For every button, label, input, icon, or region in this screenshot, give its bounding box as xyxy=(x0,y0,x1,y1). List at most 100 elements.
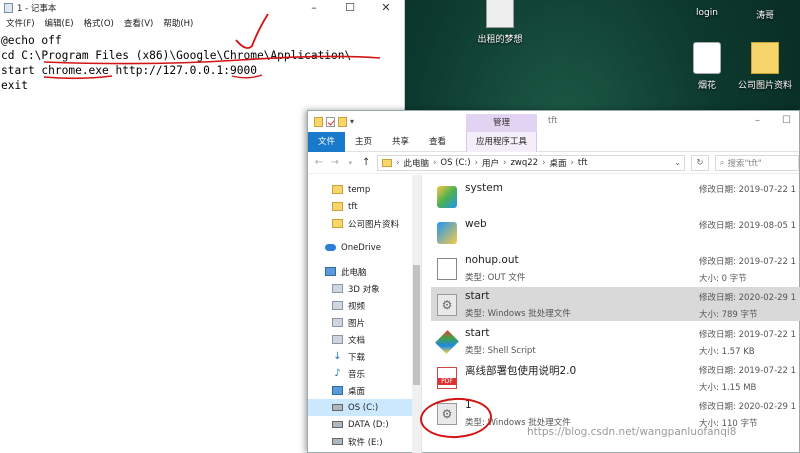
context-group-manage: 管理 xyxy=(466,114,537,132)
up-arrow-icon[interactable]: ↑ xyxy=(361,157,371,168)
file-row-manual-pdf[interactable]: 离线部署包使用说明2.0 修改日期: 2019-07-22 1 大小: 1.15… xyxy=(431,360,800,394)
breadcrumb-users[interactable]: 用户 xyxy=(482,157,499,169)
tree-item-this-pc[interactable]: 此电脑 xyxy=(308,263,413,280)
properties-icon[interactable] xyxy=(326,116,335,127)
file-icon xyxy=(437,258,457,280)
explorer-titlebar[interactable]: ▾ 管理 tft – ☐ xyxy=(308,111,799,132)
navigation-pane: temp tft 公司图片资料 OneDrive 此电脑 3D 对象 视频 图片… xyxy=(308,175,422,453)
folder-icon xyxy=(332,202,343,211)
back-arrow-icon[interactable]: ← xyxy=(314,157,324,168)
tab-share[interactable]: 共享 xyxy=(382,132,419,152)
tree-item-data-d[interactable]: DATA (D:) xyxy=(308,416,413,433)
file-row-start-sh[interactable]: start 类型: Shell Script 修改日期: 2019-07-22 … xyxy=(431,324,800,358)
tree-item-software-e[interactable]: 软件 (E:) xyxy=(308,433,413,450)
notepad-text-area[interactable]: @echo off cd C:\Program Files (x86)\Googl… xyxy=(0,31,404,93)
window-folder-name: tft xyxy=(548,116,558,126)
breadcrumb-os-c[interactable]: OS (C:) xyxy=(440,158,470,168)
watermark-text: https://blog.csdn.net/wangpanluofanqi8 xyxy=(527,426,737,438)
computer-icon xyxy=(325,267,336,276)
maximize-button[interactable]: ☐ xyxy=(332,0,368,15)
new-folder-icon[interactable] xyxy=(338,116,347,127)
file-explorer-window: ▾ 管理 tft – ☐ 文件 主页 共享 查看 应用程序工具 ← → ▾ ↑ … xyxy=(307,110,800,453)
menu-help[interactable]: 帮助(H) xyxy=(163,17,193,29)
menu-file[interactable]: 文件(F) xyxy=(6,17,35,29)
app-icon xyxy=(693,42,721,74)
address-bar[interactable]: › 此电脑 › OS (C:) › 用户 › zwq22 › 桌面 › tft … xyxy=(377,154,686,171)
tree-item-company-pics[interactable]: 公司图片资料 xyxy=(308,215,413,232)
search-icon: ⌕ xyxy=(719,157,725,168)
notepad-menubar: 文件(F) 编辑(E) 格式(O) 查看(V) 帮助(H) xyxy=(0,15,404,31)
git-diamond-icon xyxy=(435,330,459,354)
tab-home[interactable]: 主页 xyxy=(345,132,382,152)
folder-icon xyxy=(314,116,323,127)
menu-edit[interactable]: 编辑(E) xyxy=(45,17,74,29)
chevron-down-icon[interactable]: ⌄ xyxy=(674,158,684,168)
desktop-icon-taoge[interactable]: 涛哥 xyxy=(730,0,800,21)
cube-icon xyxy=(332,284,343,293)
desktop-icon xyxy=(332,386,343,395)
video-icon xyxy=(332,301,343,310)
breadcrumb-tft[interactable]: tft xyxy=(578,158,588,168)
folder-icon xyxy=(332,185,343,194)
chevron-down-icon[interactable]: ▾ xyxy=(346,159,356,167)
tree-item-3d-objects[interactable]: 3D 对象 xyxy=(308,280,413,297)
script-line: start chrome.exe http://127.0.0.1:9000 xyxy=(1,64,257,77)
menu-format[interactable]: 格式(O) xyxy=(84,17,114,29)
tree-item-tft[interactable]: tft xyxy=(308,198,413,215)
script-line: exit xyxy=(1,79,28,92)
tree-item-temp[interactable]: temp xyxy=(308,181,413,198)
tree-item-onedrive[interactable]: OneDrive xyxy=(308,239,413,256)
forward-arrow-icon[interactable]: → xyxy=(330,157,340,168)
nav-scrollbar[interactable] xyxy=(412,175,421,453)
desktop-icon-company-pics[interactable]: 公司图片资料 xyxy=(730,42,800,91)
maximize-button[interactable]: ☐ xyxy=(782,115,791,126)
close-button[interactable]: ✕ xyxy=(368,0,404,15)
music-icon: ♪ xyxy=(334,368,341,379)
tab-view[interactable]: 查看 xyxy=(419,132,456,152)
shortcut-icon xyxy=(693,0,721,4)
download-icon: ↓ xyxy=(333,351,342,362)
file-row-system[interactable]: system 修改日期: 2019-07-22 1 xyxy=(431,179,800,213)
notepad-title: 1 - 记事本 xyxy=(17,3,57,14)
shell-script-icon xyxy=(437,186,457,208)
breadcrumb-this-pc[interactable]: 此电脑 xyxy=(403,157,429,169)
shell-script-icon xyxy=(437,222,457,244)
script-line: @echo off xyxy=(1,34,62,47)
notepad-titlebar[interactable]: 1 - 记事本 – ☐ ✕ xyxy=(0,0,404,15)
file-row-web[interactable]: web 修改日期: 2019-08-05 1 xyxy=(431,215,800,249)
script-line: cd C:\Program Files (x86)\Google\Chrome\… xyxy=(1,49,352,62)
file-row-start-bat[interactable]: start 类型: Windows 批处理文件 修改日期: 2020-02-29… xyxy=(431,287,800,321)
tree-item-music[interactable]: ♪ 音乐 xyxy=(308,365,413,382)
menu-view[interactable]: 查看(V) xyxy=(124,17,153,29)
folder-icon xyxy=(751,42,779,74)
minimize-button[interactable]: – xyxy=(296,0,332,15)
drive-icon xyxy=(332,404,343,411)
tree-item-os-c[interactable]: OS (C:) xyxy=(308,399,413,416)
desktop-icon-dream[interactable]: 出租的梦想 xyxy=(465,0,535,45)
document-icon xyxy=(486,0,514,28)
file-row-nohup[interactable]: nohup.out 类型: OUT 文件 修改日期: 2019-07-22 1 … xyxy=(431,251,800,285)
drive-icon xyxy=(332,438,343,445)
tree-item-videos[interactable]: 视频 xyxy=(308,297,413,314)
batch-file-icon xyxy=(437,294,457,316)
tab-application-tools[interactable]: 应用程序工具 xyxy=(466,131,537,152)
folder-icon xyxy=(332,219,343,228)
tab-file[interactable]: 文件 xyxy=(308,131,346,152)
tree-item-desktop[interactable]: 桌面 xyxy=(308,382,413,399)
picture-icon xyxy=(332,318,343,327)
chevron-down-icon[interactable]: ▾ xyxy=(350,117,354,126)
refresh-icon[interactable]: ↻ xyxy=(691,154,709,171)
folder-icon xyxy=(382,158,393,167)
breadcrumb-desktop[interactable]: 桌面 xyxy=(549,157,566,169)
scrollbar-thumb[interactable] xyxy=(413,265,420,385)
search-input[interactable]: ⌕ 搜索"tft" xyxy=(714,154,799,171)
tree-item-downloads[interactable]: ↓ 下载 xyxy=(308,348,413,365)
minimize-button[interactable]: – xyxy=(755,115,760,126)
tree-item-documents[interactable]: 文档 xyxy=(308,331,413,348)
document-icon xyxy=(332,335,343,344)
drive-icon xyxy=(332,421,343,428)
search-placeholder: 搜索"tft" xyxy=(727,158,762,169)
breadcrumb-user[interactable]: zwq22 xyxy=(510,158,538,168)
tree-item-pictures[interactable]: 图片 xyxy=(308,314,413,331)
cloud-icon xyxy=(325,244,336,251)
